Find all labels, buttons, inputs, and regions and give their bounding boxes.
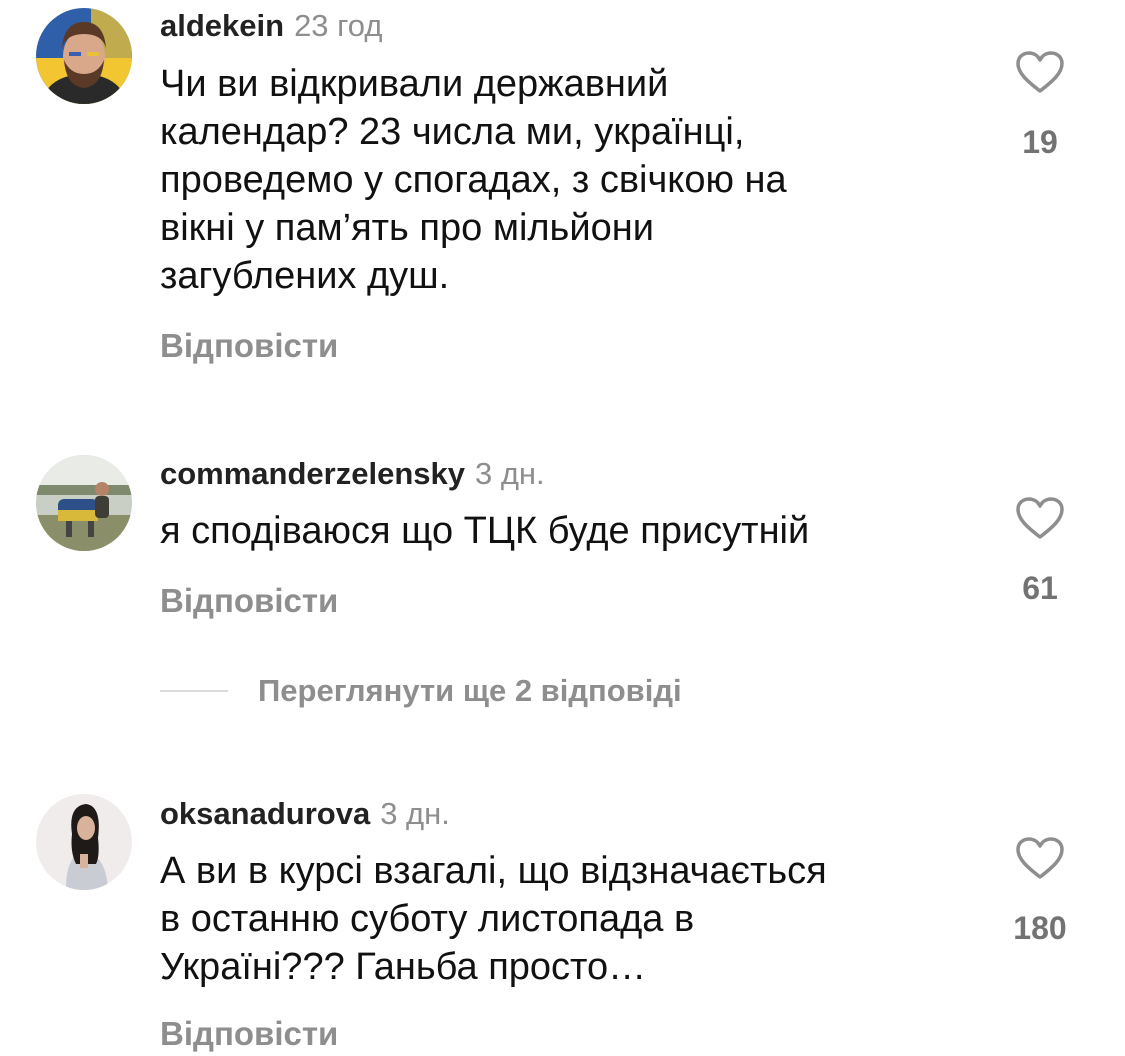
timestamp: 3 дн.	[380, 796, 450, 831]
heart-icon[interactable]	[1015, 50, 1065, 94]
avatar-image	[36, 794, 132, 890]
comment-meta: commanderzelensky 3 дн.	[160, 454, 545, 494]
like-count: 19	[1022, 124, 1058, 160]
heart-icon[interactable]	[1015, 836, 1065, 880]
avatar-image	[36, 8, 132, 104]
reply-button[interactable]: Відповісти	[160, 581, 338, 621]
reply-button[interactable]: Відповісти	[160, 1014, 338, 1054]
avatar-image	[36, 455, 132, 551]
heart-icon[interactable]	[1015, 496, 1065, 540]
avatar[interactable]	[36, 794, 132, 890]
comment-text: А ви в курсі взагалі, що відзначається в…	[160, 850, 827, 988]
username[interactable]: oksanadurova	[160, 796, 370, 831]
comment-meta: aldekein 23 год	[160, 6, 382, 46]
comment-meta: oksanadurova 3 дн.	[160, 794, 450, 834]
avatar[interactable]	[36, 8, 132, 104]
username[interactable]: aldekein	[160, 8, 284, 43]
like-count: 180	[1013, 910, 1067, 946]
username[interactable]: commanderzelensky	[160, 456, 465, 491]
view-more-replies-label: Переглянути ще 2 відповіді	[258, 673, 682, 708]
like-control: 61	[1000, 496, 1080, 606]
avatar[interactable]	[36, 455, 132, 551]
like-count: 61	[1022, 570, 1058, 606]
replies-divider-line	[160, 690, 228, 692]
reply-button[interactable]: Відповісти	[160, 326, 338, 366]
like-control: 19	[1000, 50, 1080, 160]
comment-text: я сподіваюся що ТЦК буде присутній	[160, 510, 810, 552]
like-control: 180	[1000, 836, 1080, 946]
timestamp: 23 год	[294, 8, 383, 43]
timestamp: 3 дн.	[474, 456, 545, 491]
comment-text: Чи ви відкривали державний календар? 23 …	[160, 63, 787, 297]
view-more-replies-button[interactable]: Переглянути ще 2 відповіді	[160, 668, 682, 714]
